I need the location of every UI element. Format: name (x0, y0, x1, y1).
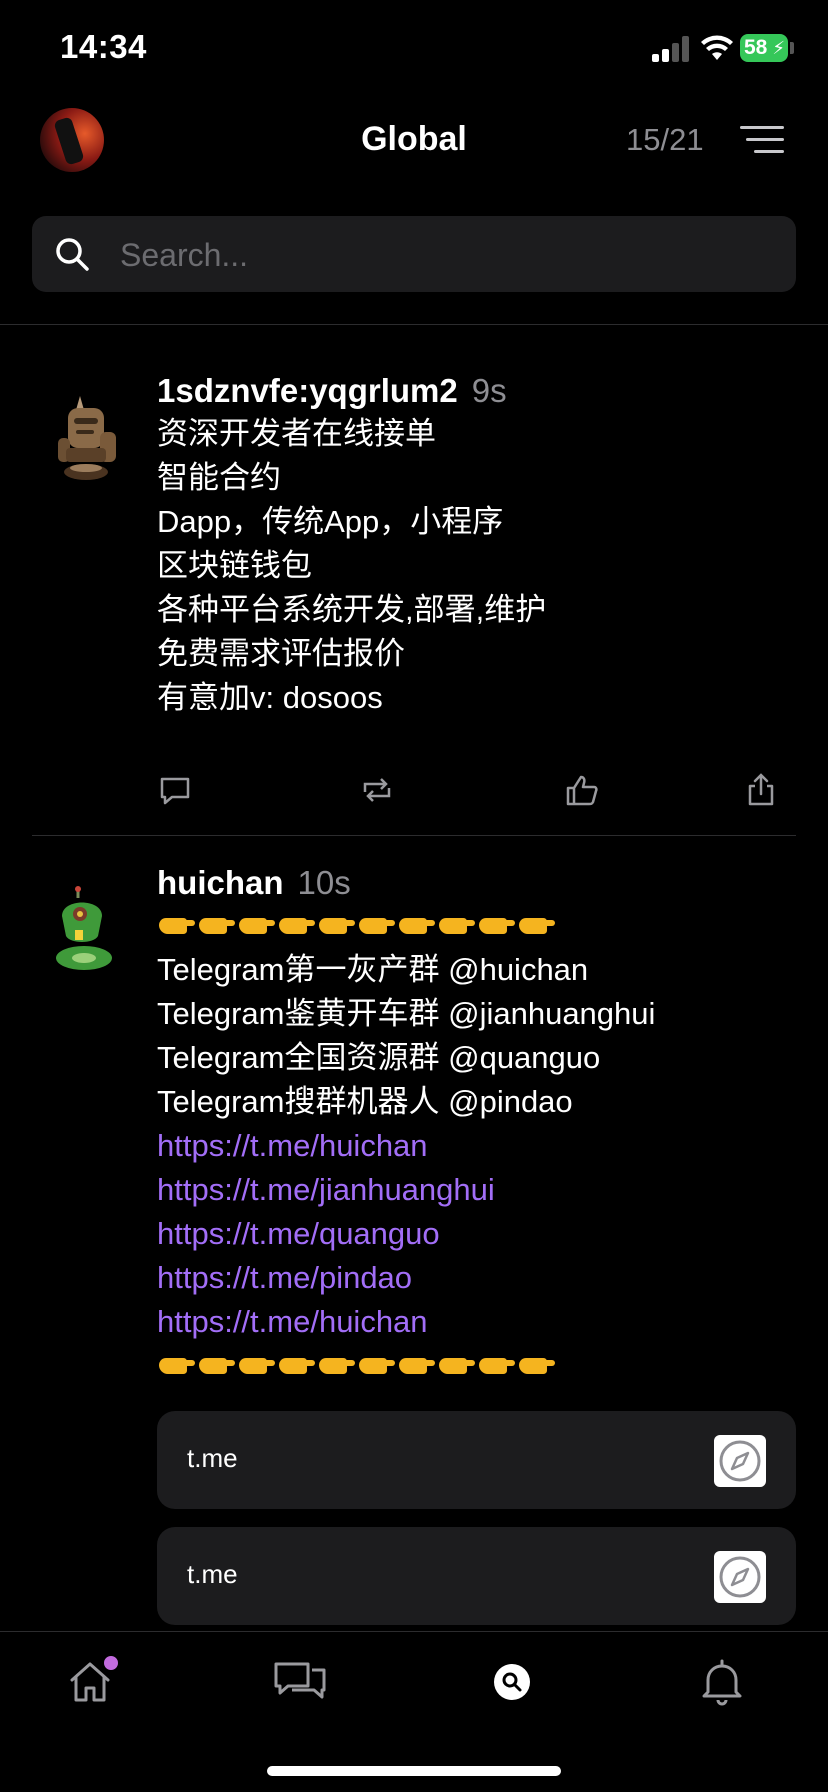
link-preview-card[interactable]: t.me (157, 1411, 796, 1509)
post-text-line: Dapp，传统App，小程序 (157, 504, 504, 539)
link-preview-card[interactable]: t.me (157, 1527, 796, 1625)
pointing-emoji-row (157, 1344, 797, 1388)
post-header: 1sdznvfe:yqgrlum2 9s (157, 372, 507, 410)
tab-search[interactable] (484, 1654, 540, 1710)
search-bar[interactable] (32, 216, 796, 292)
reply-icon[interactable] (157, 772, 193, 808)
repost-icon[interactable] (359, 772, 395, 808)
cellular-signal-icon (652, 36, 690, 62)
compass-icon (714, 1435, 766, 1487)
status-time: 14:34 (60, 28, 147, 65)
link-card-domain: t.me (187, 1559, 238, 1589)
robot-avatar[interactable] (54, 392, 130, 480)
post-link[interactable]: https://t.me/huichan (157, 1124, 797, 1168)
divider (32, 835, 796, 836)
post-author[interactable]: 1sdznvfe:yqgrlum2 (157, 372, 458, 409)
robot-avatar[interactable] (54, 886, 130, 974)
bell-icon (702, 1659, 742, 1706)
status-bar: 14:34 58 ⚡ (0, 0, 828, 100)
tab-messages[interactable] (272, 1654, 328, 1710)
post-link[interactable]: https://t.me/huichan (157, 1300, 797, 1344)
search-input[interactable] (118, 230, 762, 280)
page-counter: 15/21 (626, 122, 704, 157)
tab-home[interactable] (62, 1654, 120, 1710)
post-text-line: Telegram搜群机器人 @pindao (157, 1084, 573, 1119)
messages-icon (274, 1662, 326, 1699)
wifi-icon (701, 35, 733, 60)
post-time: 9s (471, 372, 507, 409)
battery-icon: 58 ⚡ (740, 34, 788, 62)
post-text-line: 资深开发者在线接单 (157, 416, 436, 451)
post-text-line: 有意加v: dosoos (157, 680, 383, 715)
battery-cap (790, 42, 794, 54)
tab-notifications[interactable] (694, 1654, 750, 1710)
header: Global 15/21 (0, 100, 828, 182)
post-text-line: 区块链钱包 (157, 548, 312, 583)
like-icon[interactable] (564, 772, 600, 808)
share-icon[interactable] (743, 772, 779, 808)
link-card-domain: t.me (187, 1443, 238, 1473)
divider (0, 324, 828, 325)
post-text-line: Telegram全国资源群 @quanguo (157, 1040, 601, 1075)
post-link[interactable]: https://t.me/quanguo (157, 1212, 797, 1256)
post-text-line: Telegram鉴黄开车群 @jianhuanghui (157, 996, 656, 1031)
notification-badge (102, 1654, 120, 1672)
post-actions (157, 772, 797, 812)
pointing-emoji-row (157, 904, 797, 948)
home-indicator[interactable] (267, 1766, 561, 1776)
post-link[interactable]: https://t.me/pindao (157, 1256, 797, 1300)
tab-bar (0, 1631, 828, 1792)
post-body: 资深开发者在线接单 智能合约 Dapp，传统App，小程序 区块链钱包 各种平台… (157, 412, 797, 720)
post-text-line: Telegram第一灰产群 @huichan (157, 952, 589, 987)
filter-menu-icon[interactable] (738, 124, 784, 156)
page-title: Global (361, 120, 467, 158)
post-text-line: 智能合约 (157, 460, 281, 495)
post-text-line: 各种平台系统开发,部署,维护 (157, 592, 547, 627)
compass-icon (714, 1551, 766, 1603)
charging-bolt-icon: ⚡ (772, 38, 785, 58)
battery-level: 58 (744, 36, 768, 59)
post-link[interactable]: https://t.me/jianhuanghui (157, 1168, 797, 1212)
post-time: 10s (297, 864, 351, 901)
search-icon (494, 1664, 530, 1700)
post-body: Telegram第一灰产群 @huichan Telegram鉴黄开车群 @ji… (157, 904, 797, 1388)
post-text-line: 免费需求评估报价 (157, 636, 405, 671)
post-header: huichan 10s (157, 864, 351, 902)
search-icon (56, 238, 89, 271)
post-author[interactable]: huichan (157, 864, 284, 901)
screen: 14:34 58 ⚡ Global 15/21 Search... 1sdznv… (0, 0, 828, 1792)
